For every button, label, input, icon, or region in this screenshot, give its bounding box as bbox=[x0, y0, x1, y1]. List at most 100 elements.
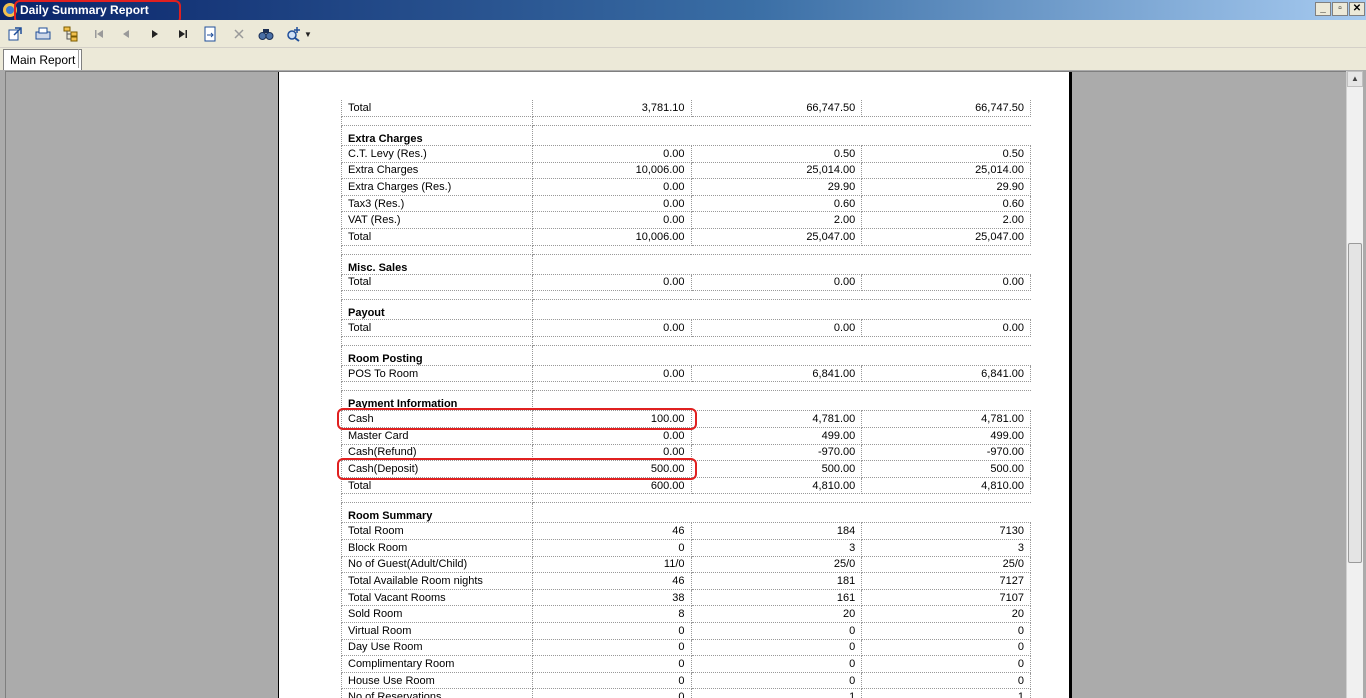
title-bar: Daily Summary Report _ ▫ ✕ bbox=[0, 0, 1366, 24]
tab-main-report[interactable]: Main Report bbox=[3, 49, 83, 70]
section-header-row: Extra Charges bbox=[341, 125, 1031, 147]
year-value: 499.00 bbox=[861, 427, 1031, 445]
row-label: VAT (Res.) bbox=[341, 211, 533, 230]
day-value: 0.00 bbox=[532, 427, 692, 445]
report-viewer[interactable]: Total 3,781.10 66,747.50 66,747.50 Extra Cha… bbox=[5, 71, 1346, 698]
go-to-page-icon[interactable] bbox=[201, 25, 219, 43]
year-value: 0.50 bbox=[861, 145, 1031, 163]
day-value: 0.00 bbox=[532, 274, 692, 292]
month-value: 0.60 bbox=[691, 195, 863, 213]
report-row: Total 0.00 0.00 0.00 bbox=[341, 274, 1031, 292]
first-page-icon[interactable] bbox=[90, 25, 108, 43]
month-value: 0 bbox=[691, 639, 863, 657]
section-title: Payout bbox=[341, 299, 533, 321]
year-value: 4,810.00 bbox=[861, 477, 1031, 495]
month-value: 0.00 bbox=[691, 274, 863, 292]
report-row: No of Reservations 0 1 1 bbox=[341, 688, 1031, 698]
report-row: Total Available Room nights 46 181 7127 bbox=[341, 572, 1031, 590]
vertical-scrollbar[interactable]: ▲ bbox=[1346, 71, 1363, 698]
year-value: 0 bbox=[861, 622, 1031, 640]
day-value: 0 bbox=[532, 622, 692, 640]
zoom-icon[interactable] bbox=[285, 25, 303, 43]
section-header-row: Room Summary bbox=[341, 502, 1031, 524]
day-value: 0 bbox=[532, 639, 692, 657]
spacer-cell bbox=[532, 381, 1031, 392]
year-value: 7127 bbox=[861, 572, 1031, 590]
row-label: Virtual Room bbox=[341, 622, 533, 640]
section-header-filler bbox=[532, 345, 1031, 366]
spacer-cell bbox=[532, 245, 1031, 255]
row-label: Total bbox=[341, 319, 533, 337]
stop-icon[interactable] bbox=[230, 25, 248, 43]
section-header-filler bbox=[532, 125, 1031, 147]
day-value: 0.00 bbox=[532, 365, 692, 383]
section-title: Misc. Sales bbox=[341, 254, 533, 275]
next-page-icon[interactable] bbox=[146, 25, 164, 43]
scroll-up-arrow-icon[interactable]: ▲ bbox=[1347, 71, 1363, 87]
report-row: Extra Charges (Res.) 0.00 29.90 29.90 bbox=[341, 178, 1031, 196]
export-icon[interactable] bbox=[6, 25, 24, 43]
row-label: Extra Charges (Res.) bbox=[341, 178, 533, 196]
month-value: 6,841.00 bbox=[691, 365, 863, 383]
row-label: Sold Room bbox=[341, 605, 533, 623]
year-value: 2.00 bbox=[861, 211, 1031, 230]
row-label: Total bbox=[341, 228, 533, 246]
section-header-row: Payout bbox=[341, 299, 1031, 321]
previous-page-icon[interactable] bbox=[117, 25, 135, 43]
year-value: 0 bbox=[861, 672, 1031, 690]
spacer-cell bbox=[341, 290, 533, 301]
report-row: C.T. Levy (Res.) 0.00 0.50 0.50 bbox=[341, 145, 1031, 163]
row-label: Tax3 (Res.) bbox=[341, 195, 533, 213]
find-icon[interactable] bbox=[257, 25, 275, 43]
scrollbar-thumb[interactable] bbox=[1348, 243, 1362, 563]
report-page: Total 3,781.10 66,747.50 66,747.50 Extra Cha… bbox=[278, 72, 1072, 698]
month-value: 181 bbox=[691, 572, 863, 590]
month-value: 4,781.00 bbox=[691, 410, 863, 429]
report-row: House Use Room 0 0 0 bbox=[341, 672, 1031, 690]
row-label: Master Card bbox=[341, 427, 533, 445]
spacer-cell bbox=[341, 336, 533, 346]
close-button[interactable]: ✕ bbox=[1349, 2, 1365, 16]
tab-bar: Main Report bbox=[0, 48, 1366, 70]
last-page-icon[interactable] bbox=[174, 25, 192, 43]
spacer-cell bbox=[532, 336, 1031, 346]
month-value: 25,047.00 bbox=[691, 228, 863, 246]
zoom-dropdown-arrow-icon[interactable]: ▼ bbox=[303, 25, 313, 43]
row-label: POS To Room bbox=[341, 365, 533, 383]
year-value: 20 bbox=[861, 605, 1031, 623]
report-row: Total 0.00 0.00 0.00 bbox=[341, 319, 1031, 337]
report-row: Block Room 0 3 3 bbox=[341, 539, 1031, 557]
print-icon[interactable] bbox=[34, 25, 52, 43]
month-value: 2.00 bbox=[691, 211, 863, 230]
day-value: 0.00 bbox=[532, 145, 692, 163]
section-spacer bbox=[341, 381, 1031, 392]
row-label: C.T. Levy (Res.) bbox=[341, 145, 533, 163]
row-label: No of Guest(Adult/Child) bbox=[341, 556, 533, 574]
minimize-button[interactable]: _ bbox=[1315, 2, 1331, 16]
report-row: Extra Charges 10,006.00 25,014.00 25,014.00 bbox=[341, 162, 1031, 180]
month-value: 66,747.50 bbox=[691, 100, 863, 118]
section-title: Room Posting bbox=[341, 345, 533, 366]
day-value: 0.00 bbox=[532, 211, 692, 230]
year-value: 0 bbox=[861, 639, 1031, 657]
report-row: Total 3,781.10 66,747.50 66,747.50 bbox=[341, 100, 1031, 118]
restore-button[interactable]: ▫ bbox=[1332, 2, 1348, 16]
month-value: 184 bbox=[691, 522, 863, 540]
year-value: 0.60 bbox=[861, 195, 1031, 213]
year-value: 7130 bbox=[861, 522, 1031, 540]
row-label: House Use Room bbox=[341, 672, 533, 690]
month-value: 20 bbox=[691, 605, 863, 623]
group-tree-icon[interactable] bbox=[62, 25, 80, 43]
year-value: 4,781.00 bbox=[861, 410, 1031, 429]
spacer-cell bbox=[532, 290, 1031, 301]
day-value: 3,781.10 bbox=[532, 100, 692, 118]
day-value: 8 bbox=[532, 605, 692, 623]
section-spacer bbox=[341, 336, 1031, 346]
spacer-cell bbox=[341, 116, 533, 127]
section-header-row: Room Posting bbox=[341, 345, 1031, 366]
day-value: 0 bbox=[532, 655, 692, 673]
section-header-filler bbox=[532, 254, 1031, 275]
row-label: Total Room bbox=[341, 522, 533, 540]
day-value: 0.00 bbox=[532, 195, 692, 213]
row-label: Total bbox=[341, 100, 533, 118]
